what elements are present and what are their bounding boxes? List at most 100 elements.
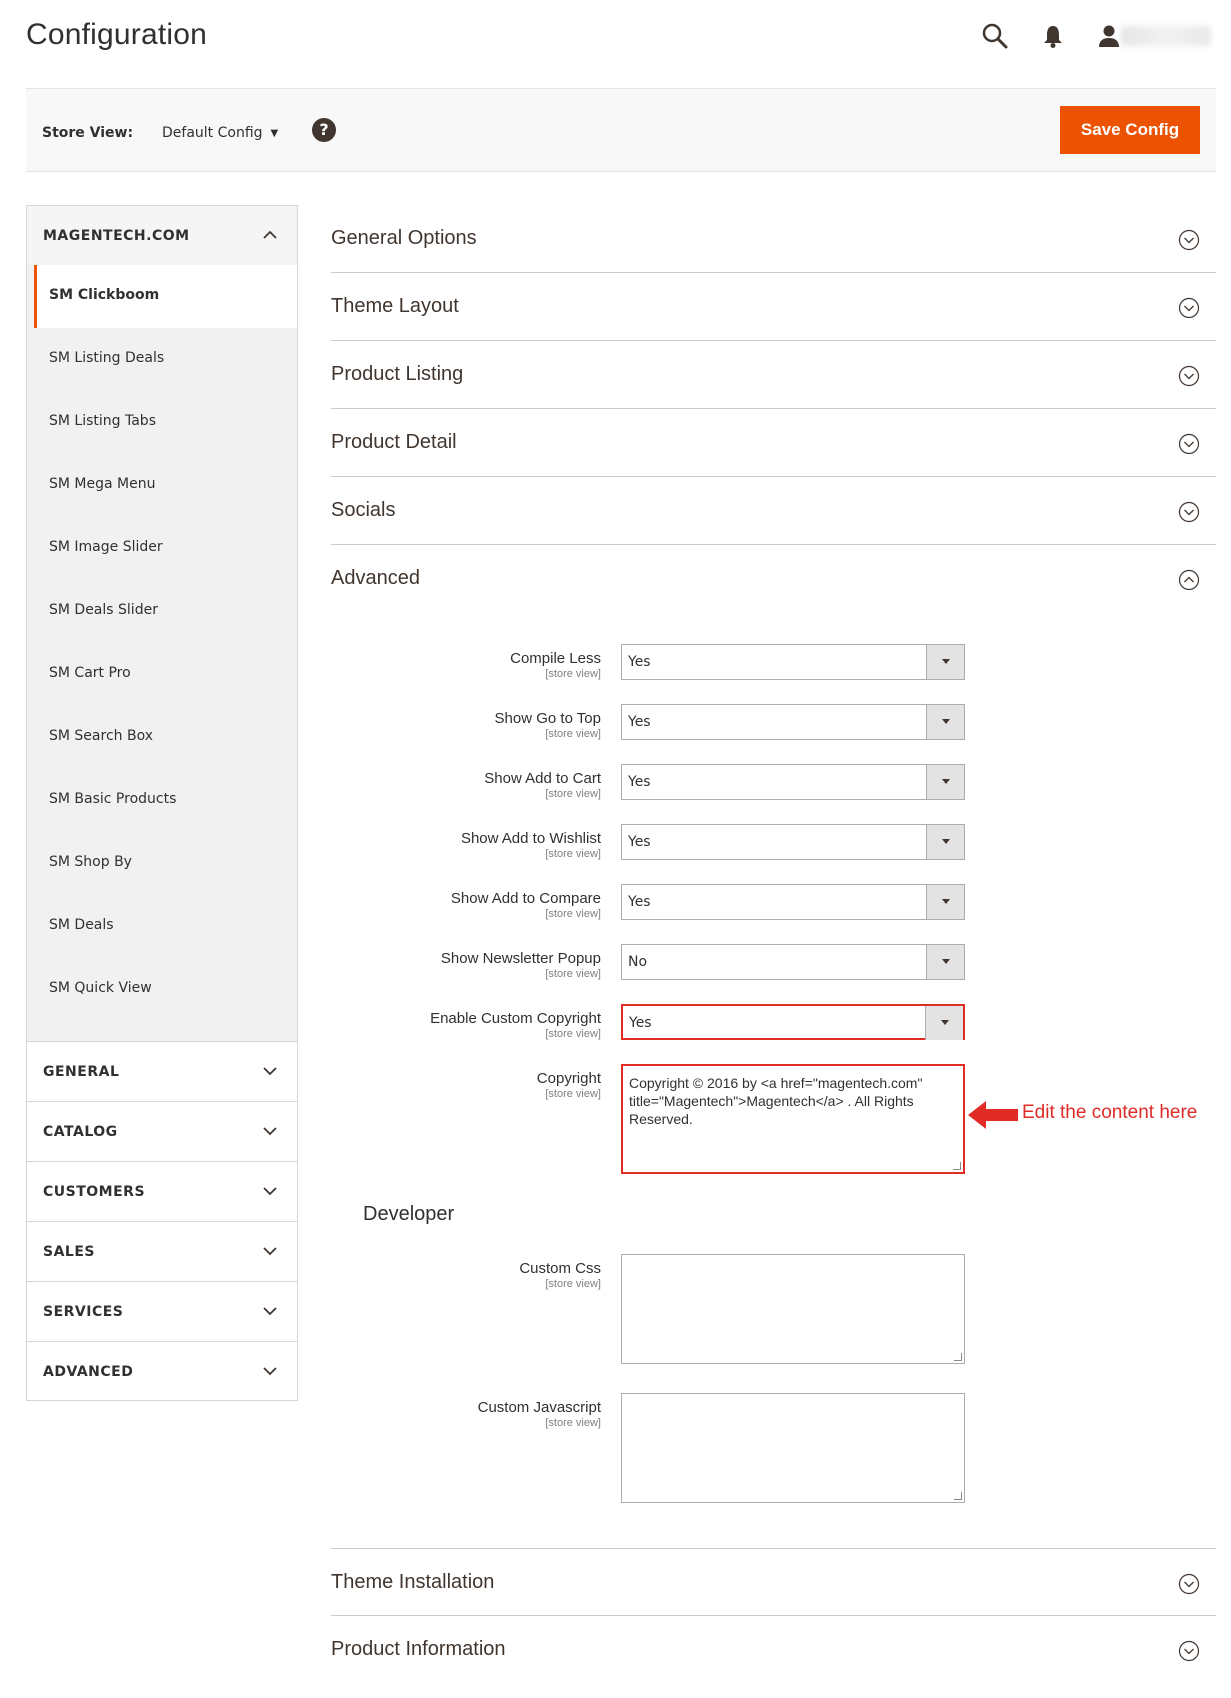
enable-custom-copyright-select[interactable]: Yes [621,1004,965,1040]
bell-icon[interactable] [1039,22,1067,50]
sidebar-item-label: SM Image Slider [49,539,163,555]
sidebar-tab-label: CATALOG [43,1124,118,1140]
sidebar-tab-services[interactable]: SERVICES [26,1281,298,1341]
select-value: Yes [629,1015,652,1031]
section-title: Product Listing [331,363,464,385]
config-sidebar: MAGENTECH.COM SM Clickboom SM Listing De… [26,205,298,1401]
compile-less-select[interactable]: Yes [621,644,965,680]
sidebar-item-sm-search-box[interactable]: SM Search Box [27,706,297,769]
sidebar-item-sm-cart-pro[interactable]: SM Cart Pro [27,643,297,706]
show-add-to-compare-select[interactable]: Yes [621,884,965,920]
sidebar-items: SM Clickboom SM Listing Deals SM Listing… [26,265,298,1041]
show-newsletter-popup-select[interactable]: No [621,944,965,980]
resize-grip-icon[interactable] [953,1162,961,1170]
section-product-information[interactable]: Product Information [331,1616,1216,1684]
copyright-value: Copyright © 2016 by <a href="magentech.c… [629,1075,923,1127]
resize-grip-icon[interactable] [954,1353,962,1361]
section-product-listing[interactable]: Product Listing [331,341,1216,409]
caret-down-icon: ▼ [270,128,279,139]
sidebar-tab-magentech[interactable]: MAGENTECH.COM [26,205,298,265]
sidebar-tab-customers[interactable]: CUSTOMERS [26,1161,298,1221]
sidebar-item-label: SM Listing Tabs [49,413,156,429]
annotation-text: Edit the content here [1022,1102,1198,1123]
expand-circle-icon [1178,433,1200,455]
field-label: Compile Less [store view] [510,650,601,680]
store-view-label: Store View: [42,125,134,141]
sidebar-item-sm-listing-tabs[interactable]: SM Listing Tabs [27,391,297,454]
sidebar-tab-advanced[interactable]: ADVANCED [26,1341,298,1401]
select-value: No [628,954,648,970]
sidebar-tab-label: GENERAL [43,1064,120,1080]
sidebar-tab-label: SERVICES [43,1304,124,1320]
section-socials[interactable]: Socials [331,477,1216,545]
field-label: Show Go to Top [store view] [494,710,601,740]
edit-annotation: Edit the content here [966,1095,1226,1135]
section-theme-layout[interactable]: Theme Layout [331,273,1216,341]
select-value: Yes [628,714,651,730]
sidebar-item-sm-deals[interactable]: SM Deals [27,895,297,958]
custom-css-textarea[interactable] [621,1254,965,1364]
sidebar-item-sm-image-slider[interactable]: SM Image Slider [27,517,297,580]
sidebar-item-sm-mega-menu[interactable]: SM Mega Menu [27,454,297,517]
field-label: Custom Css [store view] [519,1260,601,1290]
select-value: Yes [628,774,651,790]
dropdown-arrow-icon [926,645,964,679]
field-label: Custom Javascript [store view] [477,1399,601,1429]
section-theme-installation[interactable]: Theme Installation [331,1548,1216,1616]
store-view-selected: Default Config [162,125,263,141]
field-label: Show Add to Wishlist [store view] [460,830,601,860]
sidebar-tab-general[interactable]: GENERAL [26,1041,298,1101]
show-add-to-cart-select[interactable]: Yes [621,764,965,800]
field-label: Show Add to Cart [store view] [484,770,601,800]
expand-circle-icon [1178,1573,1200,1595]
sidebar-item-sm-shop-by[interactable]: SM Shop By [27,832,297,895]
config-main: General Options Theme Layout Product Lis… [331,205,1216,1684]
dropdown-arrow-icon [926,885,964,919]
section-general-options[interactable]: General Options [331,205,1216,273]
sidebar-tab-label: CUSTOMERS [43,1184,146,1200]
sidebar-tab-catalog[interactable]: CATALOG [26,1101,298,1161]
user-name-blurred[interactable] [1121,26,1211,46]
sidebar-item-sm-clickboom[interactable]: SM Clickboom [34,265,297,328]
custom-javascript-textarea[interactable] [621,1393,965,1503]
show-go-to-top-select[interactable]: Yes [621,704,965,740]
select-value: Yes [628,894,651,910]
save-config-button[interactable]: Save Config [1060,106,1200,154]
dropdown-arrow-icon [926,765,964,799]
field-label: Enable Custom Copyright [store view] [430,1010,601,1040]
chevron-down-icon [263,1307,277,1316]
sidebar-item-sm-basic-products[interactable]: SM Basic Products [27,769,297,832]
select-value: Yes [628,654,651,670]
sidebar-tab-sales[interactable]: SALES [26,1221,298,1281]
chevron-down-icon [263,1187,277,1196]
resize-grip-icon[interactable] [954,1492,962,1500]
sidebar-item-sm-deals-slider[interactable]: SM Deals Slider [27,580,297,643]
user-icon[interactable] [1095,22,1123,50]
expand-circle-icon [1178,1640,1200,1662]
copyright-textarea[interactable]: Copyright © 2016 by <a href="magentech.c… [621,1064,965,1174]
show-add-to-wishlist-select[interactable]: Yes [621,824,965,860]
dropdown-arrow-icon [926,825,964,859]
sidebar-item-sm-listing-deals[interactable]: SM Listing Deals [27,328,297,391]
arrow-left-icon [968,1101,1018,1129]
field-label: Show Add to Compare [store view] [450,890,601,920]
sidebar-item-label: SM Cart Pro [49,665,131,681]
help-icon[interactable]: ? [312,118,336,142]
section-product-detail[interactable]: Product Detail [331,409,1216,477]
select-value: Yes [628,834,651,850]
sidebar-item-label: SM Deals [49,917,114,933]
dropdown-arrow-icon [926,945,964,979]
sidebar-item-sm-quick-view[interactable]: SM Quick View [27,958,297,1021]
field-label: Copyright [store view] [536,1070,601,1100]
expand-circle-icon [1178,297,1200,319]
developer-group-title: Developer [363,1203,455,1225]
chevron-down-icon [263,1127,277,1136]
sidebar-tab-label: SALES [43,1244,95,1260]
section-title: Product Information [331,1638,506,1660]
search-icon[interactable] [981,22,1009,50]
sidebar-item-label: SM Deals Slider [49,602,158,618]
chevron-up-icon [263,230,277,239]
section-advanced[interactable]: Advanced [331,545,1216,613]
store-view-switcher[interactable]: Default Config ▼ [150,117,290,147]
expand-circle-icon [1178,501,1200,523]
